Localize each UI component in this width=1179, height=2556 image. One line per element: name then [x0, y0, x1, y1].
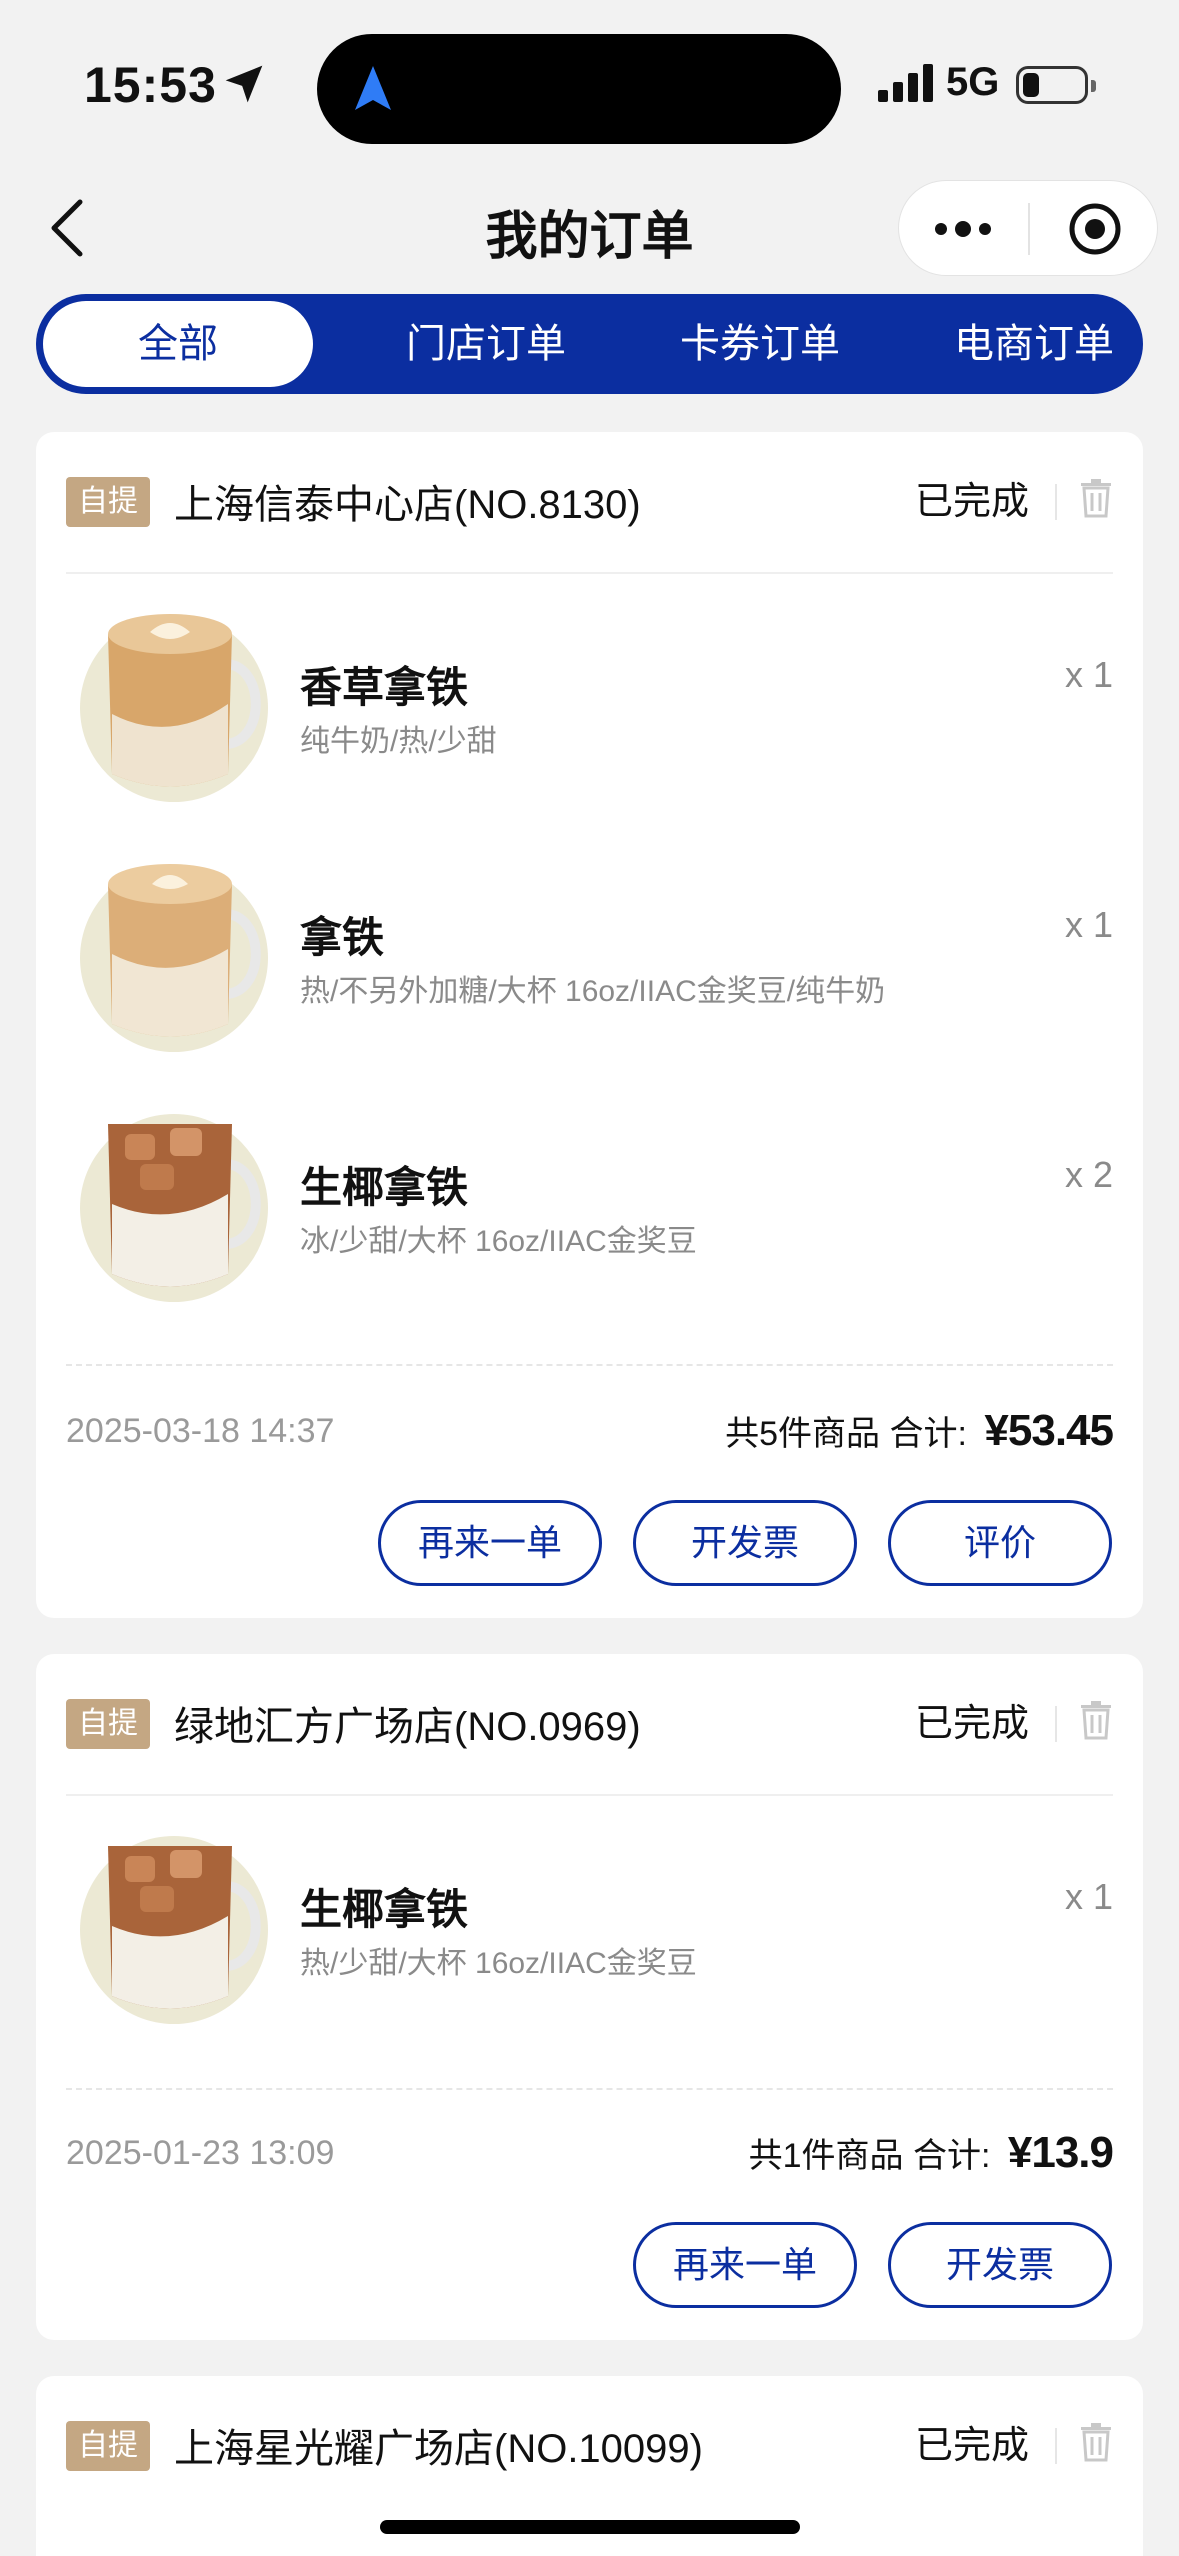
order-status: 已完成: [914, 481, 1029, 523]
review-button[interactable]: 评价: [888, 1500, 1112, 1586]
close-target-icon[interactable]: [1067, 201, 1123, 257]
pickup-tag: 自提: [66, 2421, 150, 2471]
reorder-button[interactable]: 再来一单: [378, 1500, 602, 1586]
tab-voucher-orders[interactable]: 卡券订单: [630, 294, 890, 394]
trash-icon[interactable]: [1079, 1700, 1113, 1740]
order-header: 自提 绿地汇方广场店(NO.0969) 已完成: [36, 1654, 1143, 1794]
trash-icon[interactable]: [1079, 2422, 1113, 2462]
status-time: 15:53: [84, 57, 217, 113]
item-name: 拿铁: [300, 914, 385, 961]
navigation-arrow-icon: [355, 66, 391, 110]
item-quantity: x 1: [1064, 904, 1113, 945]
item-spec: 热/不另外加糖/大杯 16oz/IIAC金奖豆/纯牛奶: [300, 975, 886, 1008]
hot-latte-image: [80, 864, 268, 1052]
network-label: 5G: [946, 60, 1000, 104]
total-label: 合计:: [889, 1415, 967, 1453]
item-quantity: x 1: [1064, 1876, 1113, 1917]
reorder-button[interactable]: 再来一单: [633, 2222, 857, 2308]
order-status: 已完成: [914, 1703, 1029, 1745]
invoice-button[interactable]: 开发票: [888, 2222, 1112, 2308]
item-quantity: x 1: [1064, 654, 1113, 695]
tab-all[interactable]: 全部: [43, 301, 313, 387]
signal-icon: [878, 64, 933, 102]
order-total: 共5件商品 合计: ¥53.45: [725, 1406, 1114, 1456]
pickup-tag: 自提: [66, 477, 150, 527]
order-header: 自提 上海星光耀广场店(NO.10099) 已完成: [36, 2376, 1143, 2516]
item-name: 生椰拿铁: [300, 1886, 469, 1933]
tab-store-orders[interactable]: 门店订单: [356, 294, 616, 394]
item-spec: 冰/少甜/大杯 16oz/IIAC金奖豆: [300, 1225, 697, 1258]
tab-ecommerce-orders[interactable]: 电商订单: [904, 294, 1164, 394]
invoice-button[interactable]: 开发票: [633, 1500, 857, 1586]
list-item: 香草拿铁 纯牛奶/热/少甜 x 1: [36, 592, 1143, 812]
pickup-tag: 自提: [66, 1699, 150, 1749]
hot-latte-image: [80, 614, 268, 802]
home-indicator: [380, 2520, 800, 2534]
list-item: 生椰拿铁 冰/少甜/大杯 16oz/IIAC金奖豆 x 2: [36, 1092, 1143, 1312]
order-card[interactable]: 自提 绿地汇方广场店(NO.0969) 已完成 生椰拿铁 热/少甜/大杯 16o…: [36, 1654, 1143, 2340]
store-name[interactable]: 上海星光耀广场店(NO.10099): [174, 2416, 703, 2474]
order-tabs: 全部 门店订单 卡券订单 电商订单: [36, 294, 1143, 394]
order-header: 自提 上海信泰中心店(NO.8130) 已完成: [36, 432, 1143, 572]
iced-latte-image: [80, 1114, 268, 1302]
mini-program-capsule: [898, 180, 1158, 276]
store-name[interactable]: 绿地汇方广场店(NO.0969): [174, 1694, 641, 1752]
order-date: 2025-03-18 14:37: [66, 1412, 335, 1450]
item-spec: 纯牛奶/热/少甜: [300, 725, 497, 758]
item-count: 共5件商品: [725, 1415, 881, 1453]
order-price: ¥53.45: [984, 1406, 1114, 1455]
item-name: 生椰拿铁: [300, 1164, 469, 1211]
battery-icon: [1016, 66, 1096, 104]
item-name: 香草拿铁: [300, 664, 469, 711]
total-label: 合计:: [912, 2137, 991, 2175]
iced-latte-image: [80, 1836, 268, 2024]
order-price: ¥13.9: [1007, 2128, 1114, 2177]
list-item: 拿铁 热/不另外加糖/大杯 16oz/IIAC金奖豆/纯牛奶 x 1: [36, 842, 1143, 1062]
order-date: 2025-01-23 13:09: [66, 2134, 335, 2172]
item-spec: 热/少甜/大杯 16oz/IIAC金奖豆: [300, 1947, 697, 1980]
order-total: 共1件商品 合计: ¥13.9: [748, 2128, 1114, 2178]
more-icon[interactable]: [933, 217, 993, 241]
status-bar: 15:53 5G: [0, 0, 1179, 170]
order-card[interactable]: 自提 上海信泰中心店(NO.8130) 已完成 香草拿铁 纯牛奶/热/少甜 x …: [36, 432, 1143, 1618]
list-item: 生椰拿铁 热/少甜/大杯 16oz/IIAC金奖豆 x 1: [36, 1814, 1143, 2034]
order-status: 已完成: [914, 2425, 1029, 2467]
item-quantity: x 2: [1064, 1154, 1113, 1195]
location-arrow-icon: [225, 65, 263, 103]
nav-bar: 我的订单: [0, 170, 1179, 290]
dynamic-island: [317, 34, 841, 144]
store-name[interactable]: 上海信泰中心店(NO.8130): [174, 472, 641, 530]
trash-icon[interactable]: [1079, 478, 1113, 518]
item-count: 共1件商品: [748, 2137, 904, 2175]
